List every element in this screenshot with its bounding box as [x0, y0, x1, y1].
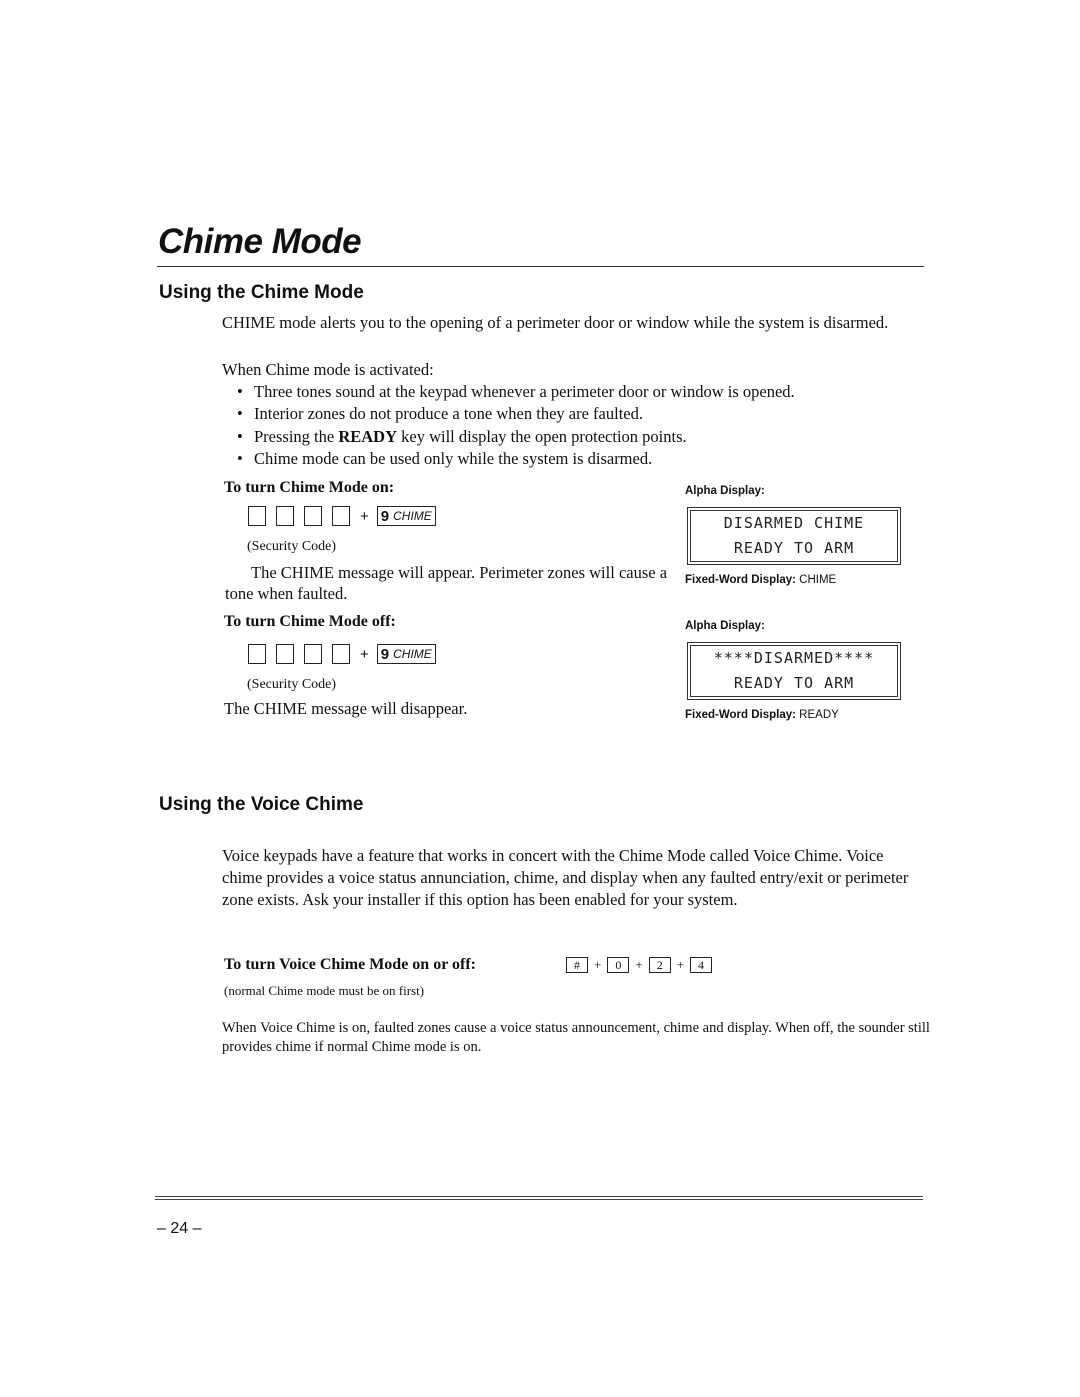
voice-chime-paragraph: Voice keypads have a feature that works … [222, 846, 909, 909]
alpha-display-chime-on: DISARMED CHIME READY TO ARM [687, 507, 901, 565]
plus-sign: + [676, 957, 685, 972]
alpha-display-caption: Alpha Display: [685, 620, 765, 632]
fixed-word-display-caption: Fixed-Word Display: CHIME [685, 574, 837, 586]
lcd-line: READY TO ARM [733, 539, 855, 557]
security-code-label: (Security Code) [247, 677, 337, 692]
chime-bullet-list: • Three tones sound at the keypad wheneve… [237, 381, 795, 470]
security-code-digit-box [304, 506, 322, 526]
page-number: – 24 – [157, 1220, 202, 1237]
security-code-digit-box [276, 644, 294, 664]
chime-key: 9 CHIME [376, 506, 436, 526]
lcd-line: ****DISARMED**** [713, 649, 875, 667]
security-code-digit-box [304, 644, 322, 664]
fixed-word-value: READY [799, 709, 839, 721]
security-code-label: (Security Code) [247, 539, 337, 554]
chime-key: 9 CHIME [376, 644, 436, 664]
bullet-item: • Chime mode can be used only while the s… [237, 448, 795, 470]
voice-after-note: When Voice Chime is on, faulted zones ca… [222, 1020, 930, 1055]
footer-rule [155, 1196, 923, 1197]
key-4: 4 [690, 957, 713, 973]
security-code-digit-box [248, 644, 266, 664]
alpha-display-chime-off: ****DISARMED**** READY TO ARM [687, 642, 901, 700]
section-heading-voice-chime: Using the Voice Chime [159, 794, 364, 815]
turn-on-key-sequence: + 9 CHIME [248, 506, 436, 526]
when-activated-text: When Chime mode is activated: [222, 360, 434, 379]
bullet-icon: • [237, 426, 243, 446]
bullet-item: • Pressing the READY key will display the… [237, 426, 795, 448]
security-code-digit-box [276, 506, 294, 526]
section-heading-chime-mode: Using the Chime Mode [159, 282, 364, 303]
chime-intro-text: CHIME mode alerts you to the opening of … [222, 313, 889, 332]
bullet-item: • Three tones sound at the keypad wheneve… [237, 381, 795, 403]
security-code-digit-box [332, 644, 350, 664]
ready-key-label: READY [338, 426, 398, 446]
turn-off-key-sequence: + 9 CHIME [248, 644, 436, 664]
turn-on-note: The CHIME message will appear. Perimeter… [225, 563, 668, 603]
plus-sign: + [360, 645, 369, 663]
key-0: 0 [607, 957, 630, 973]
turn-off-heading: To turn Chime Mode off: [224, 613, 396, 630]
key-pound: # [566, 957, 588, 973]
title-rule [157, 266, 924, 267]
key-2: 2 [648, 957, 671, 973]
voice-prerequisite-note: (normal Chime mode must be on first) [224, 983, 425, 998]
voice-toggle-heading: To turn Voice Chime Mode on or off: [224, 956, 476, 973]
bullet-icon: • [237, 404, 243, 424]
turn-off-note: The CHIME message will disappear. [224, 699, 468, 718]
voice-key-sequence: # + 0 + 2 + 4 [562, 957, 716, 973]
plus-sign: + [594, 957, 602, 972]
plus-sign: + [360, 507, 369, 525]
lcd-line: READY TO ARM [733, 674, 855, 692]
security-code-digit-box [248, 506, 266, 526]
fixed-word-value: CHIME [799, 574, 837, 586]
footer-rule [155, 1199, 923, 1200]
page-title: Chime Mode [158, 222, 362, 261]
bullet-icon: • [237, 448, 243, 468]
alpha-display-caption: Alpha Display: [685, 485, 765, 497]
turn-on-heading: To turn Chime Mode on: [224, 479, 395, 496]
plus-sign: + [635, 957, 643, 972]
security-code-digit-box [332, 506, 350, 526]
fixed-word-display-caption: Fixed-Word Display: READY [685, 709, 839, 721]
lcd-line: DISARMED CHIME [723, 514, 865, 532]
bullet-item: • Interior zones do not produce a tone wh… [237, 403, 795, 425]
bullet-icon: • [237, 382, 243, 401]
